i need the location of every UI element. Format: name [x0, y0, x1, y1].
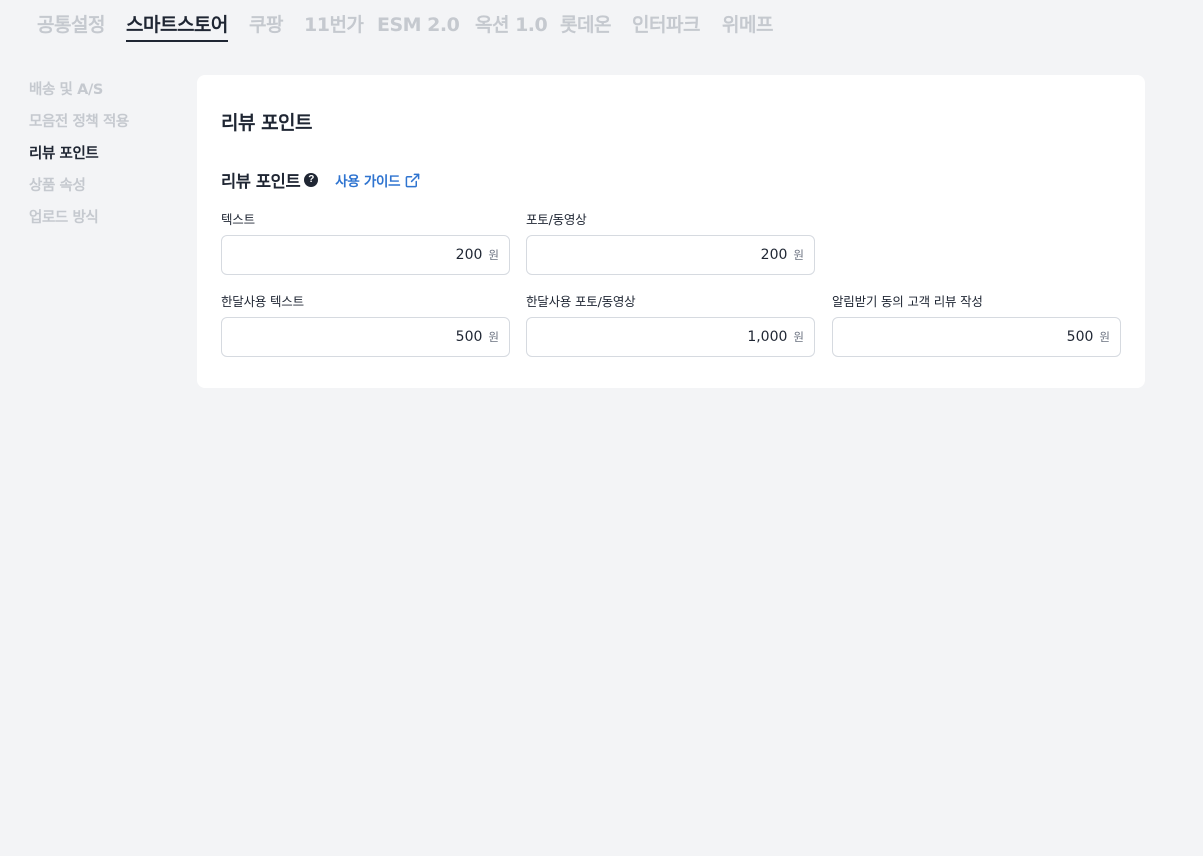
help-icon[interactable]: ?: [304, 173, 319, 187]
notification-consent-review-label: 알림받기 동의 고객 리뷰 작성: [832, 294, 983, 309]
monthly-text-review-field: 한달사용 텍스트 원: [221, 293, 510, 357]
tab-common-settings[interactable]: 공통설정: [37, 12, 105, 38]
monthly-photo-video-review-label: 한달사용 포토/동영상: [526, 294, 636, 309]
section-header: 리뷰 포인트 ? 사용 가이드: [221, 168, 420, 192]
monthly-photo-video-review-field: 한달사용 포토/동영상 원: [526, 293, 815, 357]
settings-sidebar: 배송 및 A/S 모음전 정책 적용 리뷰 포인트 상품 속성 업로드 방식: [29, 78, 179, 238]
currency-unit: 원: [488, 248, 499, 262]
marketplace-tabs: 공통설정 스마트스토어 쿠팡 11번가 ESM 2.0 옥션 1.0 롯데온 인…: [0, 0, 1203, 48]
sidebar-item-review-points[interactable]: 리뷰 포인트: [29, 142, 179, 174]
usage-guide-label: 사용 가이드: [335, 174, 401, 190]
currency-unit: 원: [1099, 330, 1110, 344]
monthly-photo-video-review-input[interactable]: [587, 329, 788, 345]
tab-coupang[interactable]: 쿠팡: [249, 12, 283, 38]
review-points-card: 리뷰 포인트 리뷰 포인트 ? 사용 가이드 텍스트 원 포토/동영상 원 한달…: [197, 75, 1145, 388]
tab-lotteon[interactable]: 롯데온: [560, 12, 611, 38]
photo-video-review-label: 포토/동영상: [526, 212, 587, 227]
monthly-text-review-input-box: 원: [221, 317, 510, 357]
monthly-text-review-input[interactable]: [282, 329, 483, 345]
tab-smartstore[interactable]: 스마트스토어: [126, 12, 228, 42]
notification-consent-review-field: 알림받기 동의 고객 리뷰 작성 원: [832, 293, 1121, 357]
notification-consent-review-input-box: 원: [832, 317, 1121, 357]
monthly-photo-video-review-input-box: 원: [526, 317, 815, 357]
tab-auction[interactable]: 옥션 1.0: [475, 12, 548, 38]
sidebar-item-upload-method[interactable]: 업로드 방식: [29, 206, 179, 238]
text-review-field: 텍스트 원: [221, 211, 510, 275]
sidebar-item-shipping-as[interactable]: 배송 및 A/S: [29, 78, 179, 110]
tab-esm[interactable]: ESM 2.0: [377, 12, 460, 38]
text-review-input[interactable]: [282, 247, 483, 263]
currency-unit: 원: [793, 248, 804, 262]
currency-unit: 원: [793, 330, 804, 344]
notification-consent-review-input[interactable]: [893, 329, 1094, 345]
tab-wemakeprice[interactable]: 위메프: [722, 12, 773, 38]
sidebar-item-bundle-policy[interactable]: 모음전 정책 적용: [29, 110, 179, 142]
section-title: 리뷰 포인트: [221, 172, 301, 191]
text-review-input-box: 원: [221, 235, 510, 275]
tab-interpark[interactable]: 인터파크: [632, 12, 700, 38]
photo-video-review-field: 포토/동영상 원: [526, 211, 815, 275]
monthly-text-review-label: 한달사용 텍스트: [221, 294, 304, 309]
sidebar-item-product-attributes[interactable]: 상품 속성: [29, 174, 179, 206]
currency-unit: 원: [488, 330, 499, 344]
usage-guide-link[interactable]: 사용 가이드: [335, 170, 420, 190]
photo-video-review-input-box: 원: [526, 235, 815, 275]
page-title: 리뷰 포인트: [221, 112, 313, 134]
external-link-icon: [405, 173, 420, 187]
photo-video-review-input[interactable]: [587, 247, 788, 263]
tab-11st[interactable]: 11번가: [304, 12, 364, 38]
text-review-label: 텍스트: [221, 212, 255, 227]
